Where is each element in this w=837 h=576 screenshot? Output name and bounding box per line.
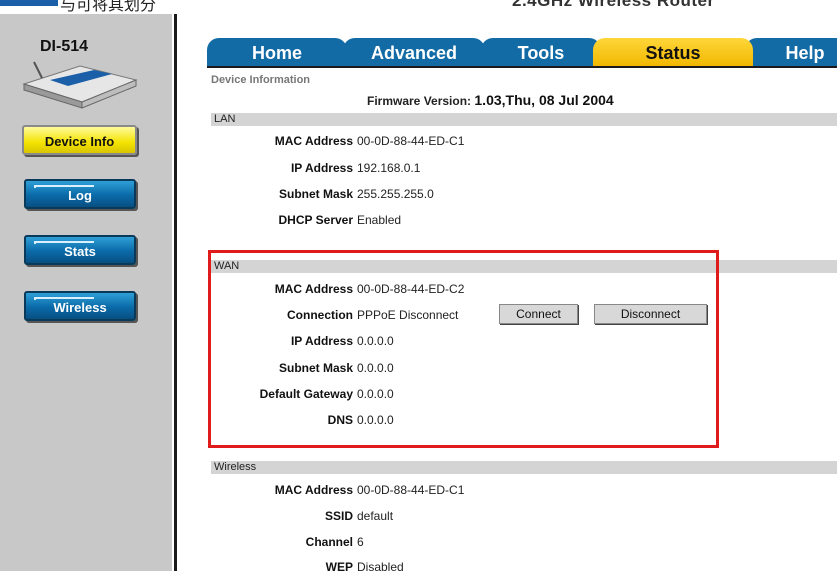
row-value: Enabled [357, 213, 402, 227]
tab-help[interactable]: Help [745, 38, 837, 66]
row-value: 0.0.0.0 [357, 361, 394, 375]
firmware-value: 1.03,Thu, 08 Jul 2004 [474, 92, 614, 108]
tab-advanced[interactable]: Advanced [343, 38, 485, 66]
top-banner: 与可将其划分 2.4GHz Wireless Router [0, 0, 837, 14]
row-value: 192.168.0.1 [357, 161, 421, 175]
row-label: Subnet Mask [278, 361, 353, 375]
banner-accent [0, 0, 58, 6]
nav-wireless-button[interactable]: Wireless [24, 291, 136, 321]
router-title: 2.4GHz Wireless Router [512, 0, 715, 10]
row-label: Connection [287, 308, 353, 322]
wan-section-bar: WAN [211, 260, 837, 273]
nav-log-button[interactable]: Log [24, 179, 136, 209]
row-value: 0.0.0.0 [357, 387, 394, 401]
firmware-label: Firmware Version: [367, 94, 472, 108]
tab-tools[interactable]: Tools [481, 38, 601, 66]
row-value: Disabled [357, 560, 404, 574]
wan-connection-row: Connection PPPoE Disconnect Connect Disc… [207, 304, 837, 324]
row-label: Channel [305, 535, 353, 549]
row-label: MAC Address [274, 483, 353, 497]
row-label: Subnet Mask [278, 187, 353, 201]
row-label: SSID [324, 509, 353, 523]
row-label: Default Gateway [259, 387, 353, 401]
wireless-section-bar: Wireless [211, 461, 837, 474]
lan-section-bar: LAN [211, 113, 837, 126]
row-value: 00-0D-88-44-ED-C1 [357, 483, 465, 497]
firmware-version: Firmware Version: 1.03,Thu, 08 Jul 2004 [367, 92, 614, 108]
disconnect-button[interactable]: Disconnect [594, 304, 707, 324]
banner-caption: 与可将其划分 [60, 0, 157, 14]
connect-button[interactable]: Connect [499, 304, 578, 324]
row-value: default [357, 509, 394, 523]
row-label: DNS [327, 413, 353, 427]
row-value: 00-0D-88-44-ED-C2 [357, 282, 465, 296]
row-value: 0.0.0.0 [357, 334, 394, 348]
tab-home[interactable]: Home [207, 38, 347, 66]
row-label: IP Address [290, 334, 353, 348]
row-label: MAC Address [274, 134, 353, 148]
model-name: DI-514 [40, 38, 89, 55]
row-value: 255.255.255.0 [357, 187, 434, 201]
router-device-icon [22, 61, 138, 109]
row-value: 00-0D-88-44-ED-C1 [357, 134, 465, 148]
row-label: MAC Address [274, 282, 353, 296]
device-info-heading: Device Information [211, 74, 311, 86]
row-value: 6 [357, 535, 364, 549]
row-label: DHCP Server [278, 213, 353, 227]
nav-stats-button[interactable]: Stats [24, 235, 136, 265]
row-label: WEP [325, 560, 353, 574]
sidebar: DI-514 Device Info Log Stats Wireless [0, 14, 172, 571]
row-value: 0.0.0.0 [357, 413, 394, 427]
sidebar-divider [172, 14, 179, 571]
nav-device-info-button[interactable]: Device Info [22, 125, 137, 155]
tab-status[interactable]: Status [593, 38, 753, 66]
row-label: IP Address [290, 161, 353, 175]
row-value: PPPoE Disconnect [357, 308, 459, 322]
status-content: Device Information Firmware Version: 1.0… [207, 68, 837, 574]
